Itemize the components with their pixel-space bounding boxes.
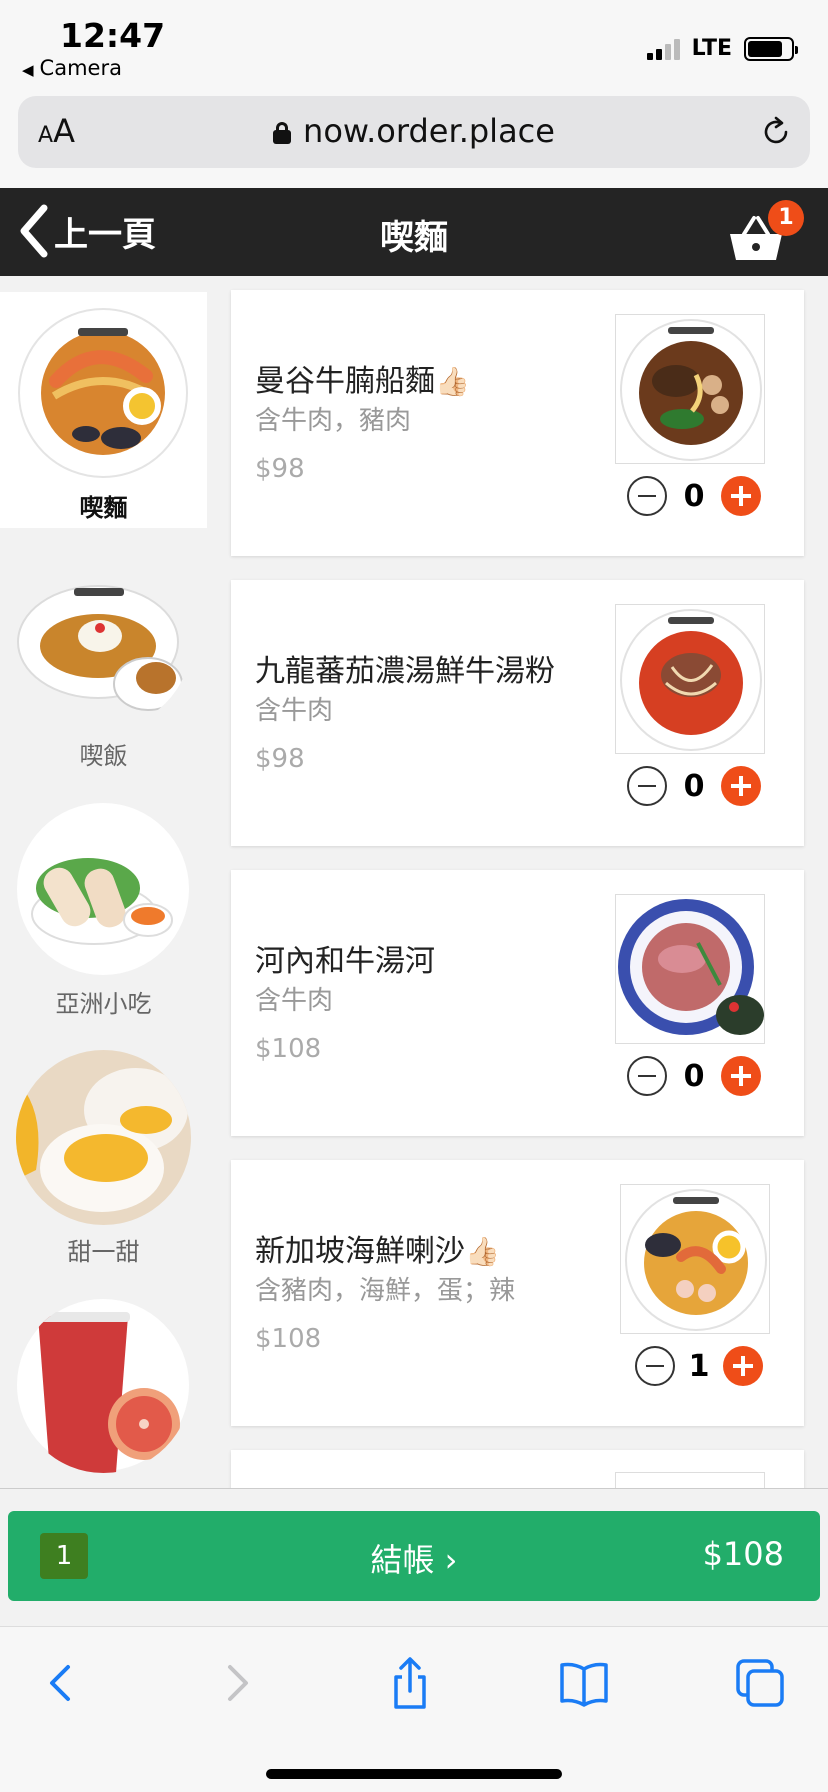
increase-quantity-button[interactable] bbox=[721, 1056, 761, 1096]
status-indicators: LTE bbox=[646, 36, 798, 61]
status-bar: 12:47 ◀ Camera LTE bbox=[0, 0, 828, 88]
share-icon[interactable] bbox=[380, 1653, 440, 1713]
product-card[interactable]: 九龍蕃茄濃湯鮮牛湯粉 含牛肉 $98 0 bbox=[231, 580, 804, 846]
checkout-label: 結帳 › bbox=[370, 1541, 458, 1579]
rice-bowl-image bbox=[16, 554, 191, 729]
increase-quantity-button[interactable] bbox=[721, 476, 761, 516]
reload-icon[interactable] bbox=[758, 114, 794, 150]
status-time: 12:47 bbox=[60, 16, 166, 55]
back-app-label: Camera bbox=[39, 56, 122, 80]
category-item-rice[interactable]: 喫飯 bbox=[0, 540, 207, 776]
back-icon[interactable] bbox=[32, 1653, 92, 1713]
cart-button[interactable]: 1 bbox=[724, 200, 804, 266]
quantity-value: 0 bbox=[683, 1058, 705, 1094]
product-card[interactable]: 河內和牛湯河 含牛肉 $108 0 bbox=[231, 870, 804, 1136]
category-item-drinks[interactable] bbox=[0, 1284, 207, 1488]
cart-count-badge: 1 bbox=[768, 200, 804, 236]
product-price: $98 bbox=[255, 744, 305, 774]
battery-icon bbox=[744, 36, 798, 61]
checkout-button[interactable]: 1 結帳 › $108 bbox=[8, 1511, 820, 1601]
category-label: 亞洲小吃 bbox=[55, 990, 152, 1018]
decrease-quantity-button[interactable] bbox=[627, 476, 667, 516]
product-card[interactable]: 新加坡海鮮喇沙👍🏻 含豬肉，海鮮，蛋；辣 $108 1 bbox=[231, 1160, 804, 1426]
url-display[interactable]: now.order.place bbox=[18, 112, 810, 150]
product-image[interactable] bbox=[615, 1472, 765, 1488]
product-card[interactable] bbox=[231, 1450, 804, 1488]
url-text: now.order.place bbox=[303, 112, 555, 150]
browser-address-area: AA now.order.place bbox=[0, 88, 828, 188]
product-image[interactable] bbox=[615, 604, 765, 754]
product-image[interactable] bbox=[620, 1184, 770, 1334]
category-item-desserts[interactable]: 甜一甜 bbox=[0, 1036, 207, 1272]
decrease-quantity-button[interactable] bbox=[627, 1056, 667, 1096]
product-price: $108 bbox=[255, 1324, 322, 1354]
lock-icon bbox=[273, 122, 292, 144]
decrease-quantity-button[interactable] bbox=[627, 766, 667, 806]
checkout-total: $108 bbox=[702, 1535, 784, 1573]
quantity-value: 0 bbox=[683, 768, 705, 804]
product-description: 含牛肉 bbox=[255, 986, 334, 1016]
product-card[interactable]: 曼谷牛腩船麵👍🏻 含牛肉，豬肉 $98 0 bbox=[231, 290, 804, 556]
product-image[interactable] bbox=[615, 314, 765, 464]
decrease-quantity-button[interactable] bbox=[635, 1346, 675, 1386]
spring-rolls-image bbox=[16, 802, 191, 977]
product-name: 曼谷牛腩船麵👍🏻 bbox=[255, 364, 470, 399]
category-label: 喫麵 bbox=[79, 494, 128, 522]
increase-quantity-button[interactable] bbox=[721, 766, 761, 806]
product-name: 新加坡海鮮喇沙👍🏻 bbox=[255, 1234, 500, 1269]
category-sidebar: 喫麵 喫飯 亞洲小吃 甜一甜 bbox=[0, 276, 207, 1488]
category-item-noodles[interactable]: 喫麵 bbox=[0, 292, 207, 528]
grapefruit-drink-image bbox=[16, 1298, 191, 1473]
address-bar[interactable]: AA now.order.place bbox=[18, 96, 810, 168]
mango-dessert-image bbox=[16, 1050, 191, 1225]
page-title: 喫麵 bbox=[380, 218, 448, 258]
category-label: 喫飯 bbox=[79, 742, 128, 770]
product-description: 含豬肉，海鮮，蛋；辣 bbox=[255, 1276, 516, 1306]
product-name: 九龍蕃茄濃湯鮮牛湯粉 bbox=[255, 654, 555, 689]
home-indicator bbox=[266, 1769, 562, 1779]
product-price: $108 bbox=[255, 1034, 322, 1064]
thumbs-up-icon: 👍🏻 bbox=[465, 1235, 500, 1268]
product-description: 含牛肉 bbox=[255, 696, 334, 726]
product-name: 河內和牛湯河 bbox=[255, 944, 435, 979]
back-triangle-icon: ◀ bbox=[22, 61, 34, 79]
tabs-icon[interactable] bbox=[730, 1653, 790, 1713]
product-price: $98 bbox=[255, 454, 305, 484]
quantity-stepper: 0 bbox=[627, 1054, 761, 1098]
product-image[interactable] bbox=[615, 894, 765, 1044]
app-header: 上一頁 喫麵 1 bbox=[0, 188, 828, 276]
product-description: 含牛肉，豬肉 bbox=[255, 406, 412, 436]
product-list: 曼谷牛腩船麵👍🏻 含牛肉，豬肉 $98 0 九龍蕃茄濃湯鮮牛湯粉 含牛肉 $98 bbox=[207, 276, 828, 1488]
quantity-value: 1 bbox=[688, 1348, 710, 1384]
quantity-stepper: 1 bbox=[635, 1344, 763, 1388]
browser-toolbar bbox=[0, 1626, 828, 1792]
thumbs-up-icon: 👍🏻 bbox=[435, 365, 470, 398]
back-to-app-link[interactable]: ◀ Camera bbox=[22, 56, 122, 80]
bookmarks-icon[interactable] bbox=[554, 1653, 614, 1713]
noodle-bowl-image bbox=[16, 306, 191, 481]
forward-icon[interactable] bbox=[206, 1653, 266, 1713]
signal-icon bbox=[646, 38, 680, 60]
checkout-area: 1 結帳 › $108 bbox=[0, 1488, 828, 1626]
network-label: LTE bbox=[691, 36, 732, 61]
category-item-asian-snacks[interactable]: 亞洲小吃 bbox=[0, 788, 207, 1024]
quantity-stepper: 0 bbox=[627, 474, 761, 518]
category-label: 甜一甜 bbox=[67, 1238, 140, 1266]
quantity-value: 0 bbox=[683, 478, 705, 514]
quantity-stepper: 0 bbox=[627, 764, 761, 808]
increase-quantity-button[interactable] bbox=[723, 1346, 763, 1386]
